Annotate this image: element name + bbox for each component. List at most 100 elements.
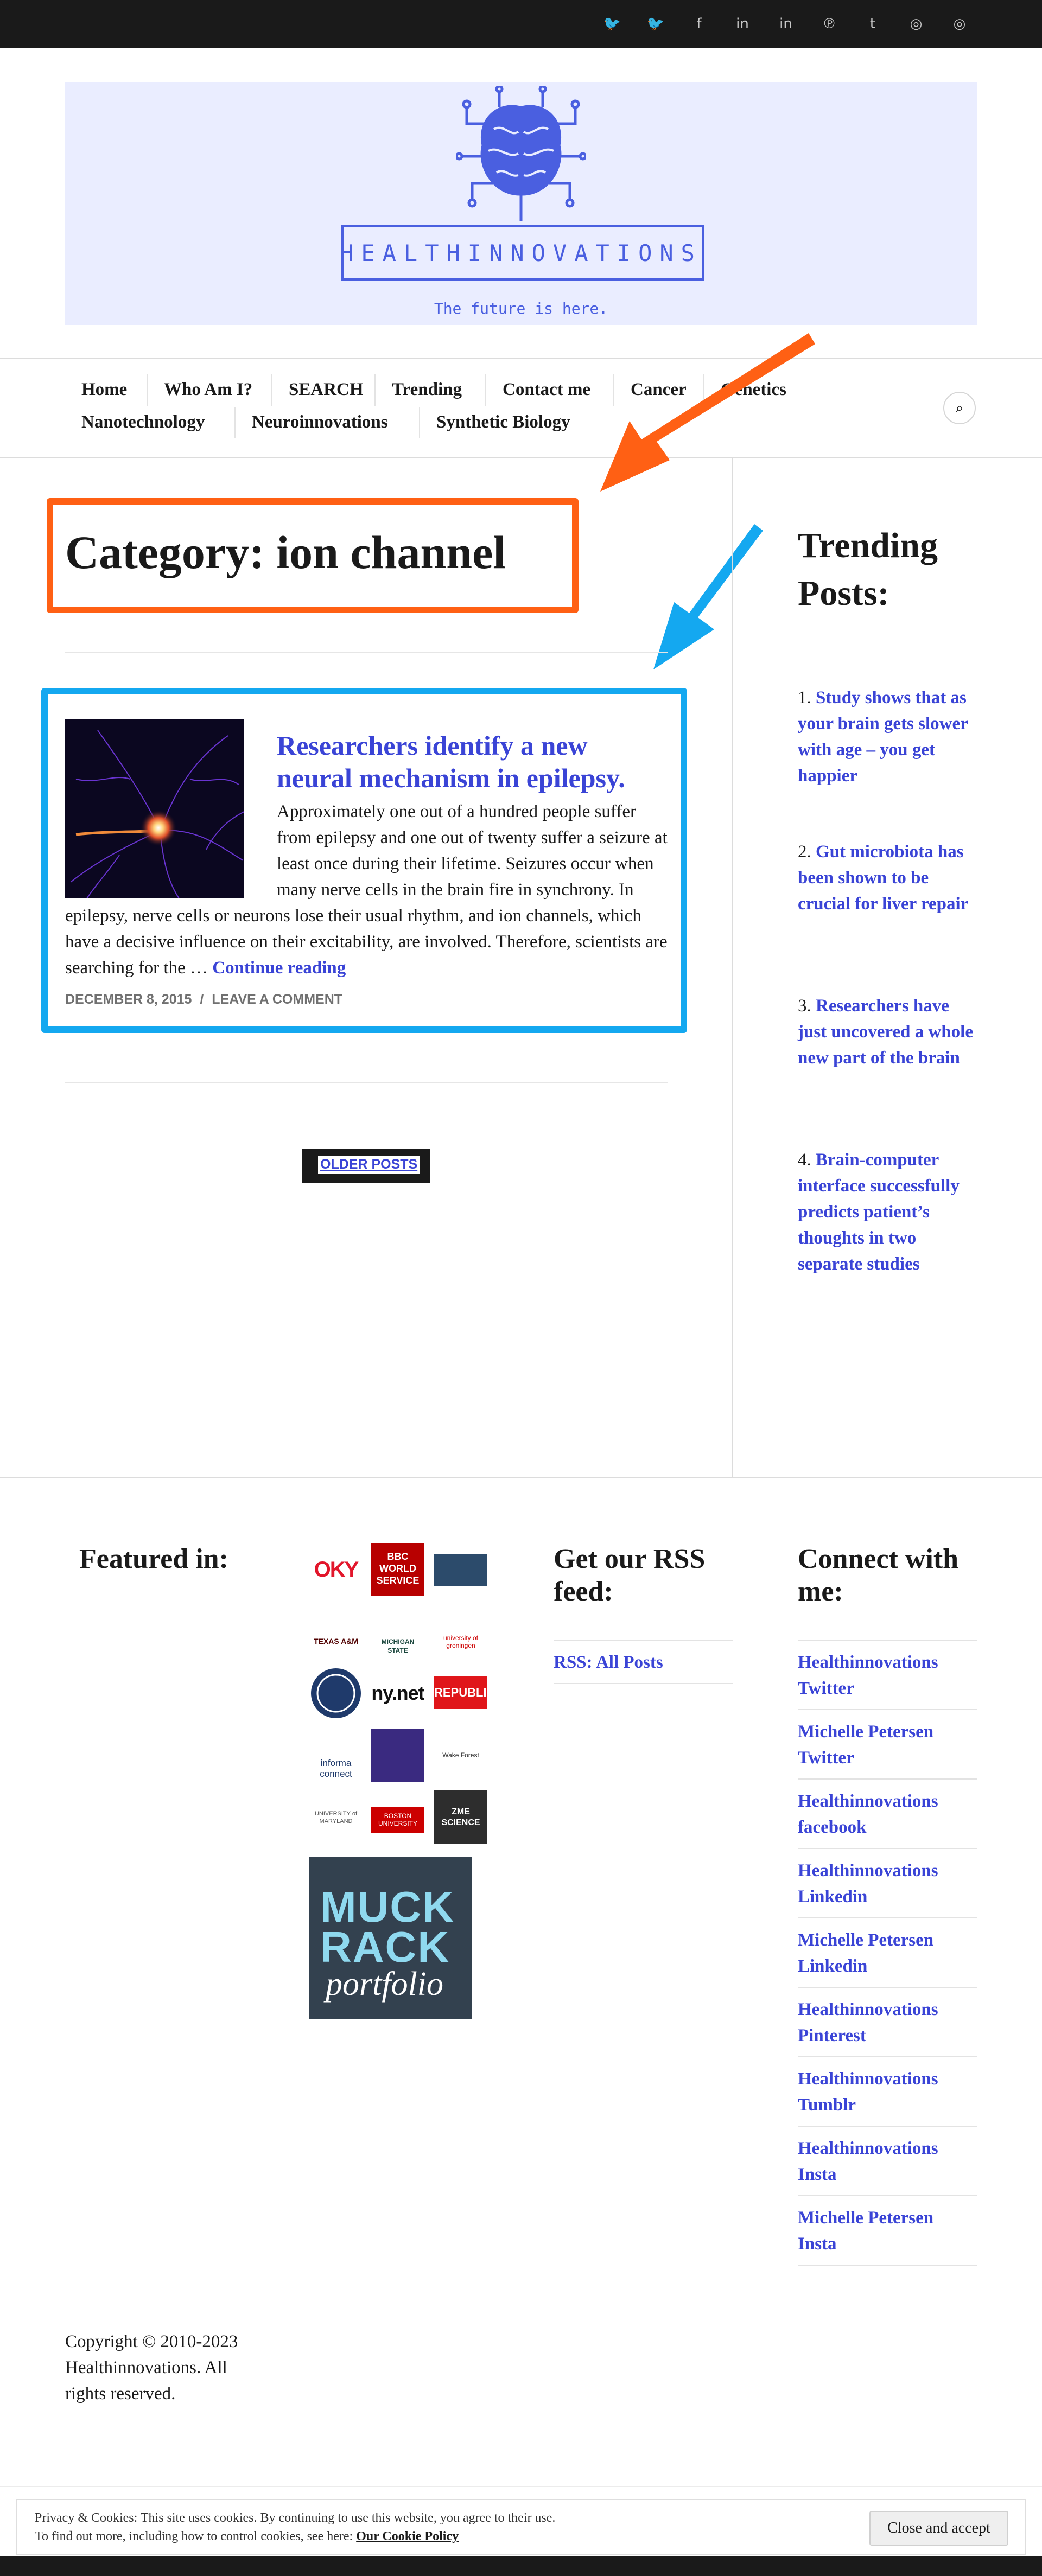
connect-divider xyxy=(798,1917,977,1918)
tumblr-icon[interactable]: t xyxy=(863,14,882,34)
connect-link[interactable]: Michelle Petersen Linkedin xyxy=(798,1927,971,1979)
featured-logo-bbc[interactable]: BBC WORLD SERVICE xyxy=(371,1543,424,1596)
nav-separator xyxy=(147,374,148,406)
connect-divider xyxy=(798,2265,977,2266)
nav-item-synthetic-biology[interactable]: Synthetic Biology xyxy=(436,412,570,432)
trending-item: 2. Gut microbiota has been shown to be c… xyxy=(798,839,982,917)
featured-logo-maryland[interactable]: UNIVERSITY of MARYLAND xyxy=(309,1790,363,1844)
title-divider xyxy=(65,652,668,653)
instagram-icon[interactable]: ◎ xyxy=(906,14,926,34)
nav-separator xyxy=(419,407,420,438)
cookie-line-1: Privacy & Cookies: This site uses cookie… xyxy=(35,2511,556,2525)
meta-separator: / xyxy=(200,992,204,1007)
connect-link[interactable]: Michelle Petersen Insta xyxy=(798,2205,971,2257)
twitter-icon[interactable]: 🐦 xyxy=(646,14,665,34)
featured-logo-purple-image[interactable] xyxy=(371,1729,424,1782)
connect-divider xyxy=(798,2195,977,2196)
nav-item-who-am-i[interactable]: Who Am I? xyxy=(164,380,252,400)
bottom-bar xyxy=(0,2556,1042,2576)
connect-title: Connect with me: xyxy=(798,1544,959,1607)
featured-logo-michigan-state[interactable]: MICHIGAN STATE xyxy=(371,1605,424,1658)
connect-link[interactable]: Healthinnovations Insta xyxy=(798,2135,971,2188)
rss-divider xyxy=(554,1683,733,1684)
rss-all-posts-link[interactable]: RSS: All Posts xyxy=(554,1649,663,1675)
connect-link[interactable]: Healthinnovations facebook xyxy=(798,1788,971,1840)
post-meta: DECEMBER 8, 2015 / LEAVE A COMMENT xyxy=(65,992,342,1008)
connect-divider xyxy=(798,1709,977,1710)
featured-logo-texas-am[interactable]: TEXAS A&M xyxy=(309,1605,363,1658)
featured-logo-university-seal[interactable] xyxy=(309,1667,363,1720)
pinterest-icon[interactable]: ℗ xyxy=(819,14,839,34)
linkedin-icon[interactable]: in xyxy=(733,14,752,34)
muck-rack-portfolio-badge[interactable]: MUCK RACK portfolio xyxy=(309,1857,472,2019)
rss-title: Get our RSS feed: xyxy=(554,1544,706,1607)
featured-logo-groningen[interactable]: university of groningen xyxy=(434,1605,487,1658)
site-title[interactable]: HEALTHINNOVATIONS xyxy=(65,240,977,266)
trending-link[interactable]: Researchers have just uncovered a whole … xyxy=(798,996,973,1068)
post-title-link[interactable]: Researchers identify a new neural mechan… xyxy=(277,729,668,794)
copyright-text: Copyright © 2010-2023 Healthinnovations.… xyxy=(65,2332,238,2403)
cookie-text: Privacy & Cookies: This site uses cookie… xyxy=(35,2509,555,2546)
nav-separator xyxy=(374,374,376,406)
brain-circuit-logo-icon xyxy=(456,86,586,221)
featured-logo-nynet[interactable]: ny.net xyxy=(371,1667,424,1720)
trending-item: 3. Researchers have just uncovered a who… xyxy=(798,993,982,1071)
blue-arrow-annotation xyxy=(653,524,763,669)
connect-link[interactable]: Healthinnovations Linkedin xyxy=(798,1858,971,1910)
featured-logo-republic[interactable]: REPUBLIC xyxy=(434,1676,487,1709)
trending-widget-title: Trending Posts: xyxy=(798,526,938,613)
nav-separator xyxy=(234,407,236,438)
connect-link[interactable]: Healthinnovations Tumblr xyxy=(798,2066,971,2118)
site-tagline: The future is here. xyxy=(434,299,608,317)
featured-logo-dark-banner[interactable] xyxy=(434,1554,487,1586)
instagram-icon[interactable]: ◎ xyxy=(950,14,969,34)
featured-in-title: Featured in: xyxy=(79,1544,228,1574)
nav-separator xyxy=(271,374,272,406)
older-posts-button[interactable]: OLDER POSTS xyxy=(302,1149,430,1183)
linkedin-icon[interactable]: in xyxy=(776,14,796,34)
featured-logo-informa[interactable]: informa connect xyxy=(309,1729,363,1782)
search-icon: ⌕ xyxy=(955,400,964,416)
nav-item-contact-me[interactable]: Contact me xyxy=(503,380,590,400)
sidebar-divider xyxy=(732,458,733,1477)
trending-link[interactable]: Brain-computer interface successfully pr… xyxy=(798,1150,960,1274)
nav-separator xyxy=(485,374,486,406)
site-header-banner[interactable]: HEALTHINNOVATIONS The future is here. xyxy=(65,82,977,325)
connect-link[interactable]: Michelle Petersen Twitter xyxy=(798,1719,971,1771)
muck-rack-wordmark: MUCK RACK xyxy=(320,1883,455,1971)
connect-link[interactable]: Healthinnovations Pinterest xyxy=(798,1997,971,2049)
post-date-link[interactable]: DECEMBER 8, 2015 xyxy=(65,992,192,1007)
nav-item-trending[interactable]: Trending xyxy=(392,380,462,400)
nav-top-divider xyxy=(0,358,1042,359)
nav-item-home[interactable]: Home xyxy=(81,380,127,400)
trending-number: 1. xyxy=(798,688,811,707)
trending-number: 3. xyxy=(798,996,811,1016)
trending-item: 1. Study shows that as your brain gets s… xyxy=(798,685,982,789)
post-divider xyxy=(65,1082,668,1083)
nav-item-nanotechnology[interactable]: Nanotechnology xyxy=(81,412,205,432)
featured-logo-boston-university[interactable]: BOSTON UNIVERSITY xyxy=(371,1807,424,1833)
nav-item-search[interactable]: SEARCH xyxy=(289,380,364,400)
featured-logo-zme-science[interactable]: ZME SCIENCE xyxy=(434,1790,487,1844)
connect-divider xyxy=(798,2056,977,2057)
leave-comment-link[interactable]: LEAVE A COMMENT xyxy=(212,992,342,1007)
trending-link[interactable]: Gut microbiota has been shown to be cruc… xyxy=(798,842,968,914)
featured-logo-wake-forest[interactable]: Wake Forest xyxy=(434,1729,487,1782)
featured-logo-spooky[interactable]: OKY xyxy=(309,1543,363,1596)
nav-bottom-divider xyxy=(0,457,1042,458)
nav-item-neuroinnovations[interactable]: Neuroinnovations xyxy=(252,412,388,432)
trending-item: 4. Brain-computer interface successfully… xyxy=(798,1147,982,1277)
continue-reading-link[interactable]: Continue reading xyxy=(212,958,346,978)
cookie-policy-link[interactable]: Our Cookie Policy xyxy=(356,2529,459,2543)
connect-link[interactable]: Healthinnovations Twitter xyxy=(798,1649,971,1701)
trending-link[interactable]: Study shows that as your brain gets slow… xyxy=(798,688,968,786)
post-excerpt: Approximately one out of a hundred peopl… xyxy=(65,799,668,981)
twitter-icon[interactable]: 🐦 xyxy=(602,14,622,34)
trending-number: 2. xyxy=(798,842,811,862)
facebook-icon[interactable]: f xyxy=(689,14,709,34)
connect-divider xyxy=(798,1987,977,1988)
footer-top-divider xyxy=(0,1477,1042,1478)
close-and-accept-button[interactable]: Close and accept xyxy=(869,2511,1008,2546)
muck-rack-portfolio-text: portfolio xyxy=(326,1966,444,2003)
search-button[interactable]: ⌕ xyxy=(943,392,976,424)
